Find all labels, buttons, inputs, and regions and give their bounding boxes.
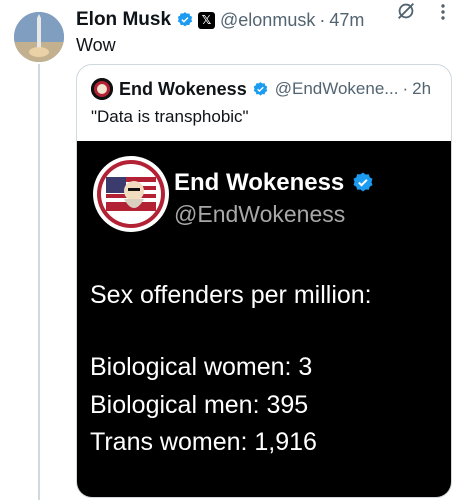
media-author-name-text: End Wokeness <box>174 169 345 196</box>
media-title: Sex offenders per million: <box>90 281 372 309</box>
quoted-author-name[interactable]: End Wokeness <box>119 79 247 100</box>
verified-badge-icon[interactable] <box>176 11 194 29</box>
quoted-media-image[interactable]: End Wokeness @EndWokeness Sex offenders … <box>77 141 451 497</box>
quoted-post[interactable]: End Wokeness @EndWokene... · 2h "Data is… <box>76 64 452 498</box>
thread-line <box>38 64 40 500</box>
quoted-post-text: "Data is transphobic" <box>91 107 249 126</box>
verified-badge-icon[interactable] <box>252 81 269 98</box>
post-time[interactable]: 47m <box>329 10 364 31</box>
separator-dot: · <box>402 79 409 98</box>
verified-badge-icon <box>353 172 373 192</box>
quoted-avatar[interactable] <box>91 78 113 100</box>
quoted-post-header: End Wokeness @EndWokene... · 2h <box>91 78 443 100</box>
logo-icon <box>93 156 169 232</box>
post-text: Wow <box>76 35 116 55</box>
separator-dot: · <box>319 9 326 30</box>
quoted-post-time[interactable]: 2h <box>412 79 431 99</box>
x-affiliate-icon[interactable]: 𝕏 <box>198 11 216 29</box>
media-stat-line: Trans women: 1,916 <box>90 428 317 456</box>
media-stat-line: Biological men: 395 <box>90 391 309 419</box>
post: Elon Musk 𝕏 @elonmusk · 47m Wow End Woke… <box>0 0 465 500</box>
grok-icon[interactable] <box>395 0 417 22</box>
media-stat-line: Biological women: 3 <box>90 353 313 381</box>
media-author-handle: @EndWokeness <box>174 201 346 227</box>
author-handle[interactable]: @elonmusk <box>220 10 315 31</box>
more-icon[interactable] <box>433 2 453 22</box>
author-name[interactable]: Elon Musk <box>76 9 171 31</box>
quoted-author-handle[interactable]: @EndWokene... <box>275 79 399 99</box>
media-author-name: End Wokeness <box>174 169 375 197</box>
avatar[interactable] <box>14 12 64 62</box>
